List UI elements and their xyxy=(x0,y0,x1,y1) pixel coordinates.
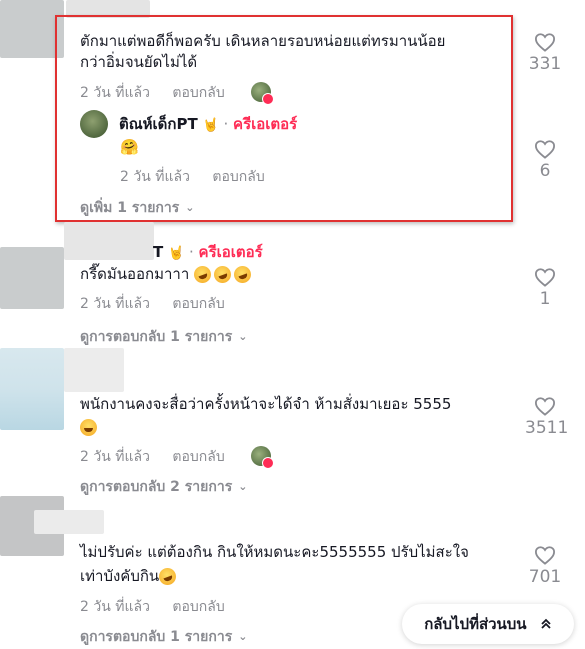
creator-badge: ครีเอเตอร์ xyxy=(198,243,263,261)
rock-hand-emoji: 🤘 xyxy=(168,246,185,261)
comment-text-content: กรี๊ดมันออกมาาา xyxy=(80,265,190,283)
comment-meta: 2 วัน ที่แล้ว ตอบกลับ xyxy=(80,446,225,468)
view-replies-label: ดูการตอบกลับ 1 รายการ xyxy=(80,629,233,645)
heart-icon xyxy=(534,397,556,416)
rofl-emoji xyxy=(211,263,234,286)
heart-icon xyxy=(534,546,556,565)
like-count: 331 xyxy=(528,54,562,74)
like-count: 6 xyxy=(539,161,551,181)
like-button[interactable]: 3511 xyxy=(525,396,569,438)
laughing-tears-emoji xyxy=(80,419,97,436)
comment-text: พนักงานคงจะสื่อว่าครั้งหน้าจะได้จำ ห้ามส… xyxy=(80,395,452,413)
view-replies-label: ดูการตอบกลับ 1 รายการ xyxy=(80,329,233,345)
comment-text: ไม่ปรับค่ะ แต่ต้องกิน กินให้หมดนะคะ55555… xyxy=(80,543,469,561)
view-replies[interactable]: ดูการตอบกลับ 1 รายการ ⌄ xyxy=(80,626,247,648)
comment-text-content: เท่าบังคับกิน xyxy=(80,567,160,585)
reply-button[interactable]: ตอบกลับ xyxy=(172,449,224,465)
like-button[interactable]: 6 xyxy=(525,139,565,181)
rofl-emoji xyxy=(231,263,254,286)
separator: · xyxy=(188,243,194,261)
reply-button[interactable]: ตอบกลับ xyxy=(172,296,224,312)
like-button[interactable]: 1 xyxy=(525,267,565,309)
comment-time: 2 วัน ที่แล้ว xyxy=(80,599,150,615)
comment-text-line2 xyxy=(80,417,100,436)
reply-button[interactable]: ตอบกลับ xyxy=(172,599,224,615)
heart-icon xyxy=(534,268,556,287)
rofl-emoji xyxy=(156,565,179,588)
avatar[interactable] xyxy=(0,247,64,309)
username-blurred xyxy=(34,510,104,534)
double-chevron-up-icon xyxy=(541,618,551,629)
rofl-emoji xyxy=(191,263,214,286)
view-replies[interactable]: ดูการตอบกลับ 1 รายการ ⌄ xyxy=(80,326,247,348)
chevron-down-icon: ⌄ xyxy=(238,630,248,643)
like-count: 1 xyxy=(539,289,551,309)
chevron-down-icon: ⌄ xyxy=(238,480,248,493)
comment-text: กรี๊ดมันออกมาาา xyxy=(80,261,254,288)
view-replies-label: ดูการตอบกลับ 2 รายการ xyxy=(80,479,233,495)
comment-text: เท่าบังคับกิน xyxy=(80,563,179,590)
back-to-top-label: กลับไปที่ส่วนบน xyxy=(424,615,527,633)
comment-meta: 2 วัน ที่แล้ว ตอบกลับ xyxy=(80,293,225,315)
creator-liked-avatar xyxy=(251,446,274,469)
like-button[interactable]: 331 xyxy=(525,32,565,74)
back-to-top-button[interactable]: กลับไปที่ส่วนบน xyxy=(402,604,574,644)
comment-author[interactable]: T xyxy=(153,243,163,261)
comment-meta: 2 วัน ที่แล้ว ตอบกลับ xyxy=(80,596,225,618)
username-blurred xyxy=(64,348,124,392)
heart-badge-icon xyxy=(262,457,274,469)
comment-time: 2 วัน ที่แล้ว xyxy=(80,449,150,465)
chevron-down-icon: ⌄ xyxy=(238,330,248,343)
like-button[interactable]: 701 xyxy=(525,545,565,587)
username-blurred xyxy=(64,222,154,260)
highlight-box xyxy=(55,15,513,222)
comment-time: 2 วัน ที่แล้ว xyxy=(80,296,150,312)
heart-icon xyxy=(534,140,556,159)
view-replies[interactable]: ดูการตอบกลับ 2 รายการ ⌄ xyxy=(80,476,247,498)
like-count: 3511 xyxy=(525,418,569,438)
heart-icon xyxy=(534,33,556,52)
like-count: 701 xyxy=(528,567,562,587)
avatar[interactable] xyxy=(0,348,64,430)
